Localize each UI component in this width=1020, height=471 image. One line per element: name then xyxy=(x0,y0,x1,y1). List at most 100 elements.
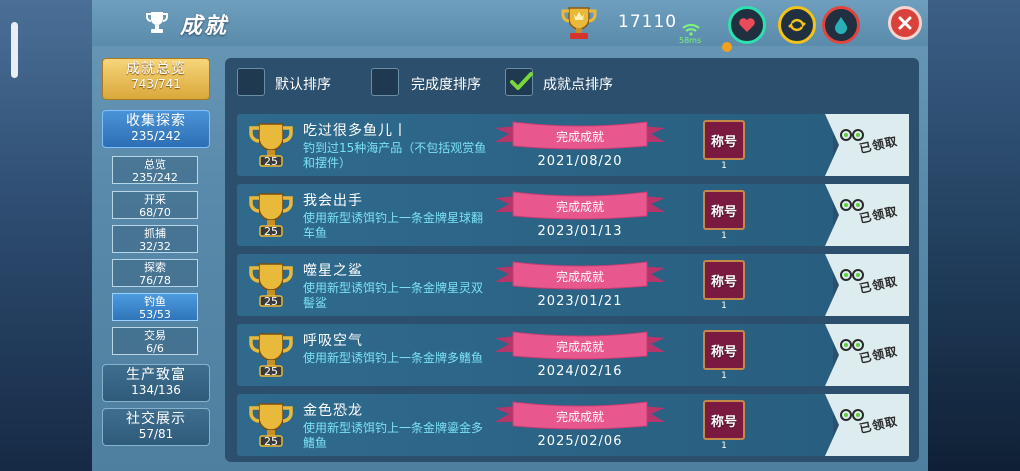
nav-sub-label: 开采 xyxy=(144,193,166,206)
nav-sub-trade[interactable]: 交易 6/6 xyxy=(112,327,198,355)
claimed-stamp[interactable]: 已领取 xyxy=(825,324,909,386)
drop-status[interactable] xyxy=(822,6,860,44)
sort-progress-checkbox[interactable] xyxy=(371,68,399,96)
badge-label: 称号 xyxy=(710,204,737,220)
status-text: 完成成就 xyxy=(555,410,604,424)
nav-sub-count: 53/53 xyxy=(139,308,171,321)
achievement-desc: 使用新型诱饵钓上一条金牌星灵双髻鲨 xyxy=(303,281,484,310)
nav-social-label: 社交展示 xyxy=(126,411,186,427)
achievement-row[interactable]: 25 吃过很多鱼儿丨 钓到过15种海产品（不包括观赏鱼和摆件） 完成成就 202… xyxy=(237,114,833,176)
title-badge: 称号 xyxy=(703,330,745,370)
badge-label: 称号 xyxy=(710,414,737,430)
sort-options: 默认排序 完成度排序 成就点排序 xyxy=(237,68,837,98)
title-badge: 称号 xyxy=(703,120,745,160)
claimed-stamp[interactable]: 已领取 xyxy=(825,394,909,456)
nav-sub-label: 交易 xyxy=(144,329,166,342)
complete-date: 2024/02/16 xyxy=(537,364,623,379)
points-text: 25 xyxy=(264,155,278,168)
nav-sub-count: 68/70 xyxy=(139,206,171,219)
power-icon xyxy=(788,18,806,32)
badge-label: 称号 xyxy=(710,134,737,150)
heart-status[interactable] xyxy=(728,6,766,44)
header-bar: 成就 17110 58ms xyxy=(92,0,928,52)
achievement-row[interactable]: 25 噬星之鲨 使用新型诱饵钓上一条金牌星灵双髻鲨 完成成就 2023/01/2… xyxy=(237,254,833,316)
badge-count: 1 xyxy=(721,441,727,451)
nav-sub-count: 6/6 xyxy=(146,342,164,355)
achievement-name: 呼吸空气 xyxy=(303,333,363,349)
achievement-name: 金色恐龙 xyxy=(303,403,363,419)
badge-count: 1 xyxy=(721,231,727,241)
page-title: 成就 xyxy=(180,14,229,39)
nav-sub-count: 76/78 xyxy=(139,274,171,287)
nav-overview-count: 743/741 xyxy=(131,77,181,91)
nav-sub-label: 钓鱼 xyxy=(144,295,166,308)
achievement-row[interactable]: 25 呼吸空气 使用新型诱饵钓上一条金牌多鳍鱼 完成成就 2024/02/16 … xyxy=(237,324,833,386)
badge-count: 1 xyxy=(721,161,727,171)
nav-sub-capture[interactable]: 抓捕 32/32 xyxy=(112,225,198,253)
points-text: 25 xyxy=(264,225,278,238)
achievement-desc: 钓到过15种海产品（不包括观赏鱼和摆件） xyxy=(303,141,487,170)
title-badge: 称号 xyxy=(703,190,745,230)
nav-sub-fishing[interactable]: 钓鱼 53/53 xyxy=(112,293,198,321)
nav-sub-explore[interactable]: 探索 76/78 xyxy=(112,259,198,287)
badge-count: 1 xyxy=(721,371,727,381)
status-text: 完成成就 xyxy=(555,130,604,144)
achievement-name: 我会出手 xyxy=(303,193,363,209)
nav-sub-mining[interactable]: 开采 68/70 xyxy=(112,191,198,219)
achievement-row[interactable]: 25 我会出手 使用新型诱饵钓上一条金牌星球翻车鱼 完成成就 2023/01/1… xyxy=(237,184,833,246)
right-backdrop xyxy=(928,0,1020,471)
nav-sub-label: 总览 xyxy=(144,158,166,171)
achievement-desc: 使用新型诱饵钓上一条金牌鎏金多鳍鱼 xyxy=(303,421,484,450)
achievement-name: 吃过很多鱼儿丨 xyxy=(303,123,408,139)
wifi-icon xyxy=(682,24,700,36)
level-dot xyxy=(722,42,732,52)
checkmark-icon xyxy=(510,72,533,90)
nav-social-button[interactable]: 社交展示 57/81 xyxy=(102,408,210,446)
ping-text: 58ms xyxy=(679,36,702,45)
close-icon xyxy=(898,16,912,30)
nav-production-label: 生产致富 xyxy=(126,367,186,383)
achievement-row[interactable]: 25 金色恐龙 使用新型诱饵钓上一条金牌鎏金多鳍鱼 完成成就 2025/02/0… xyxy=(237,394,833,456)
nav-overview-label: 成就总览 xyxy=(126,61,186,77)
status-text: 完成成就 xyxy=(555,270,604,284)
nav-production-button[interactable]: 生产致富 134/136 xyxy=(102,364,210,402)
achievement-name: 噬星之鲨 xyxy=(303,263,363,279)
nav-explore-button[interactable]: 收集探索 235/242 xyxy=(102,110,210,148)
drop-icon xyxy=(835,17,847,34)
badge-label: 称号 xyxy=(710,274,737,290)
sort-points-label: 成就点排序 xyxy=(543,77,613,93)
complete-date: 2023/01/13 xyxy=(537,224,623,239)
nav-explore-count: 235/242 xyxy=(131,129,181,143)
side-scroll-handle[interactable] xyxy=(11,22,18,78)
trophy-icon xyxy=(146,12,168,33)
sort-default-label: 默认排序 xyxy=(275,77,331,93)
achievement-score: 17110 xyxy=(618,12,678,32)
nav-explore-label: 收集探索 xyxy=(126,113,186,129)
nav-social-count: 57/81 xyxy=(138,427,174,441)
nav-sub-label: 抓捕 xyxy=(144,227,166,240)
title-badge: 称号 xyxy=(703,400,745,440)
achievement-desc: 使用新型诱饵钓上一条金牌多鳍鱼 xyxy=(303,351,484,365)
status-text: 完成成就 xyxy=(555,200,604,214)
nav-sub-count: 32/32 xyxy=(139,240,171,253)
title-badge: 称号 xyxy=(703,260,745,300)
sort-points-checkbox[interactable] xyxy=(505,68,533,96)
close-button[interactable] xyxy=(888,6,922,40)
complete-date: 2023/01/21 xyxy=(537,294,623,309)
claimed-stamp[interactable]: 已领取 xyxy=(825,254,909,316)
power-status[interactable] xyxy=(778,6,816,44)
sort-default-checkbox[interactable] xyxy=(237,68,265,96)
status-text: 完成成就 xyxy=(555,340,604,354)
claimed-stamp[interactable]: 已领取 xyxy=(825,184,909,246)
nav-overview-button[interactable]: 成就总览 743/741 xyxy=(102,58,210,100)
points-text: 25 xyxy=(264,365,278,378)
nav-sub-overview[interactable]: 总览 235/242 xyxy=(112,156,198,184)
complete-date: 2021/08/20 xyxy=(537,154,623,169)
points-text: 25 xyxy=(264,295,278,308)
heart-icon xyxy=(739,18,755,32)
sort-progress-label: 完成度排序 xyxy=(411,77,481,93)
nav-sub-label: 探索 xyxy=(144,261,166,274)
claimed-stamp[interactable]: 已领取 xyxy=(825,114,909,176)
achievement-desc: 使用新型诱饵钓上一条金牌星球翻车鱼 xyxy=(303,211,484,240)
nav-production-count: 134/136 xyxy=(131,383,181,397)
